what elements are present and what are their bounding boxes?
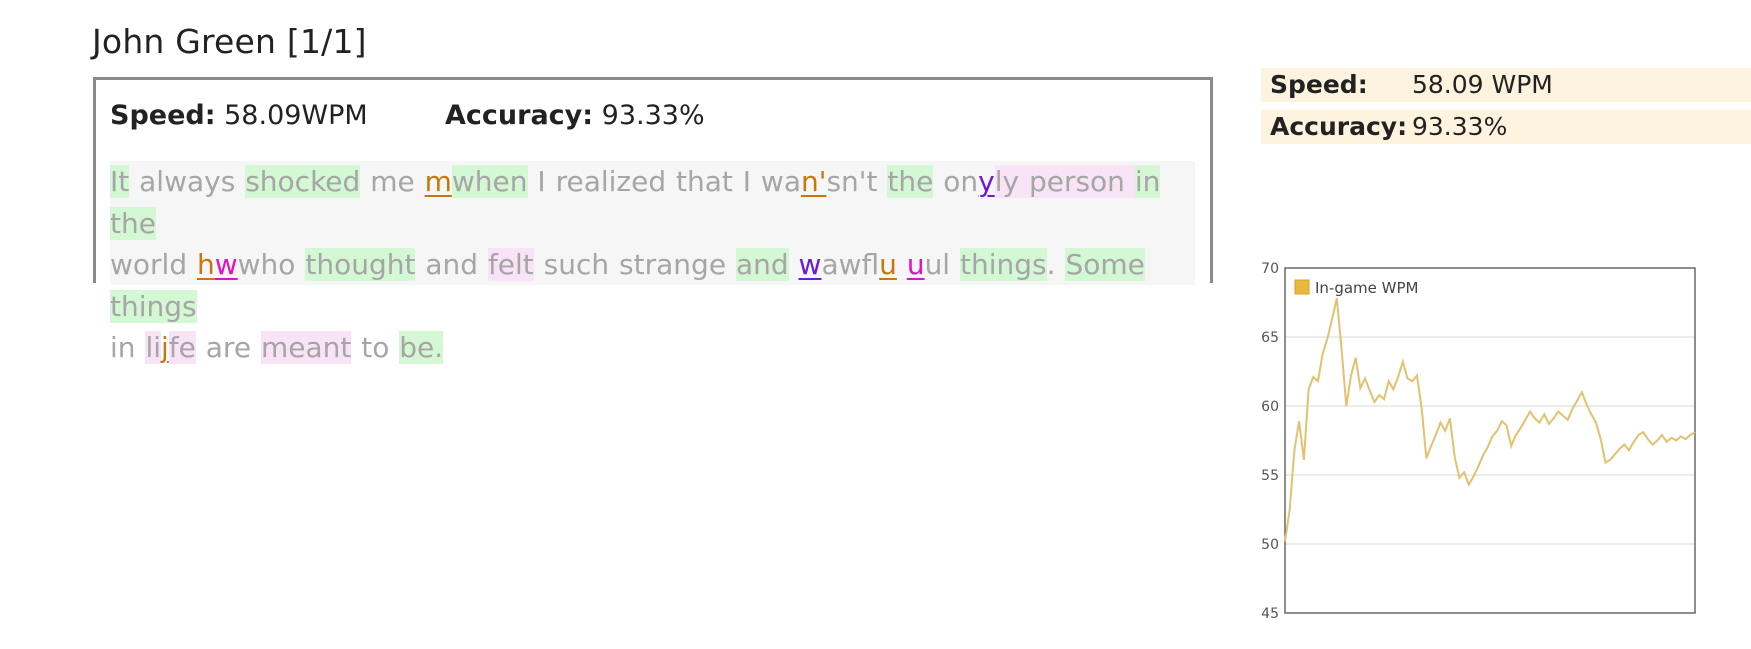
typed-segment: the (887, 165, 934, 198)
typed-segment: in (110, 331, 146, 364)
summary-accuracy-label: Accuracy: (1270, 112, 1408, 141)
typed-segment: me (360, 165, 425, 198)
legend-swatch (1294, 279, 1310, 295)
typed-segment (789, 248, 799, 281)
typed-segment: Some (1065, 248, 1145, 281)
wpm-chart-svg: 45 50 55 60 65 70 In-game WPM (1261, 261, 1696, 622)
summary-stats: Speed: 58.09 WPM Accuracy: 93.33% (1261, 68, 1751, 152)
y-tick-label: 55 (1261, 468, 1279, 484)
series-line-in-game-wpm (1284, 298, 1696, 542)
typed-segment: things (960, 248, 1047, 281)
replay-speed: Speed: 58.09WPM (110, 100, 368, 131)
typed-segment: shocked (245, 165, 361, 198)
y-tick-label: 45 (1261, 606, 1279, 622)
typed-segment: and (735, 248, 789, 281)
replay-stats: Speed: 58.09WPM Accuracy: 93.33% (110, 100, 705, 131)
typed-segment: fe (168, 331, 196, 364)
typed-segment: It (110, 165, 130, 198)
typed-segment: and (415, 248, 488, 281)
summary-speed-label: Speed: (1270, 70, 1368, 99)
summary-speed-value: 58.09 WPM (1412, 70, 1553, 99)
typed-segment: n' (801, 165, 827, 198)
replay-panel: Speed: 58.09WPM Accuracy: 93.33% It alwa… (93, 77, 1213, 364)
typed-segment: m (424, 165, 452, 198)
typed-segment: felt (487, 248, 534, 281)
summary-speed-row: Speed: 58.09 WPM (1261, 68, 1751, 102)
y-tick-label: 60 (1261, 399, 1279, 415)
accuracy-value: 93.33% (601, 100, 705, 131)
typed-segment: thought (305, 248, 416, 281)
accuracy-label: Accuracy: (445, 100, 594, 131)
typed-segment: to (351, 331, 400, 364)
y-tick-label: 50 (1261, 537, 1279, 553)
typed-segment: who (237, 248, 306, 281)
wpm-chart: 45 50 55 60 65 70 In-game WPM (1255, 260, 1705, 629)
typed-segment: j (161, 331, 169, 364)
typed-segment (897, 248, 907, 281)
typed-segment: such strange (533, 248, 736, 281)
page-title: John Green [1/1] (92, 22, 367, 61)
typed-segment: . (1046, 248, 1066, 281)
typed-segment: ul (924, 248, 960, 281)
y-tick-label: 70 (1261, 261, 1279, 277)
typed-segment: lu (879, 248, 897, 281)
typed-segment: w (214, 248, 238, 281)
speed-value: 58.09WPM (224, 100, 368, 131)
typed-segment: h (197, 248, 215, 281)
typed-segment: I realized that I wa (527, 165, 801, 198)
typed-segment: be. (399, 331, 444, 364)
typed-segment: on (933, 165, 979, 198)
y-tick-label: 65 (1261, 330, 1279, 346)
legend-label: In-game WPM (1315, 279, 1418, 297)
typed-segment: world (110, 248, 197, 281)
speed-label: Speed: (110, 100, 216, 131)
typed-segment: li (145, 331, 161, 364)
typed-segment: y (978, 165, 995, 198)
typed-segment: sn't (826, 165, 888, 198)
summary-accuracy-row: Accuracy: 93.33% (1261, 110, 1751, 144)
typed-text-replay: It always shocked me mwhen I realized th… (110, 161, 1195, 364)
typed-segment: in (1134, 165, 1161, 198)
typed-segment: u (906, 248, 925, 281)
typed-segment: w (798, 248, 822, 281)
summary-accuracy-value: 93.33% (1412, 112, 1508, 141)
typed-segment: always (129, 165, 246, 198)
typed-segment: awf (821, 248, 880, 281)
typed-segment: things (110, 289, 197, 323)
typed-segment: when (451, 165, 528, 198)
typed-segment: ly person (994, 165, 1135, 198)
typed-segment: are (195, 331, 261, 364)
typed-segment: meant (260, 331, 352, 364)
replay-accuracy: Accuracy: 93.33% (445, 100, 705, 131)
typed-segment: the (110, 206, 156, 240)
